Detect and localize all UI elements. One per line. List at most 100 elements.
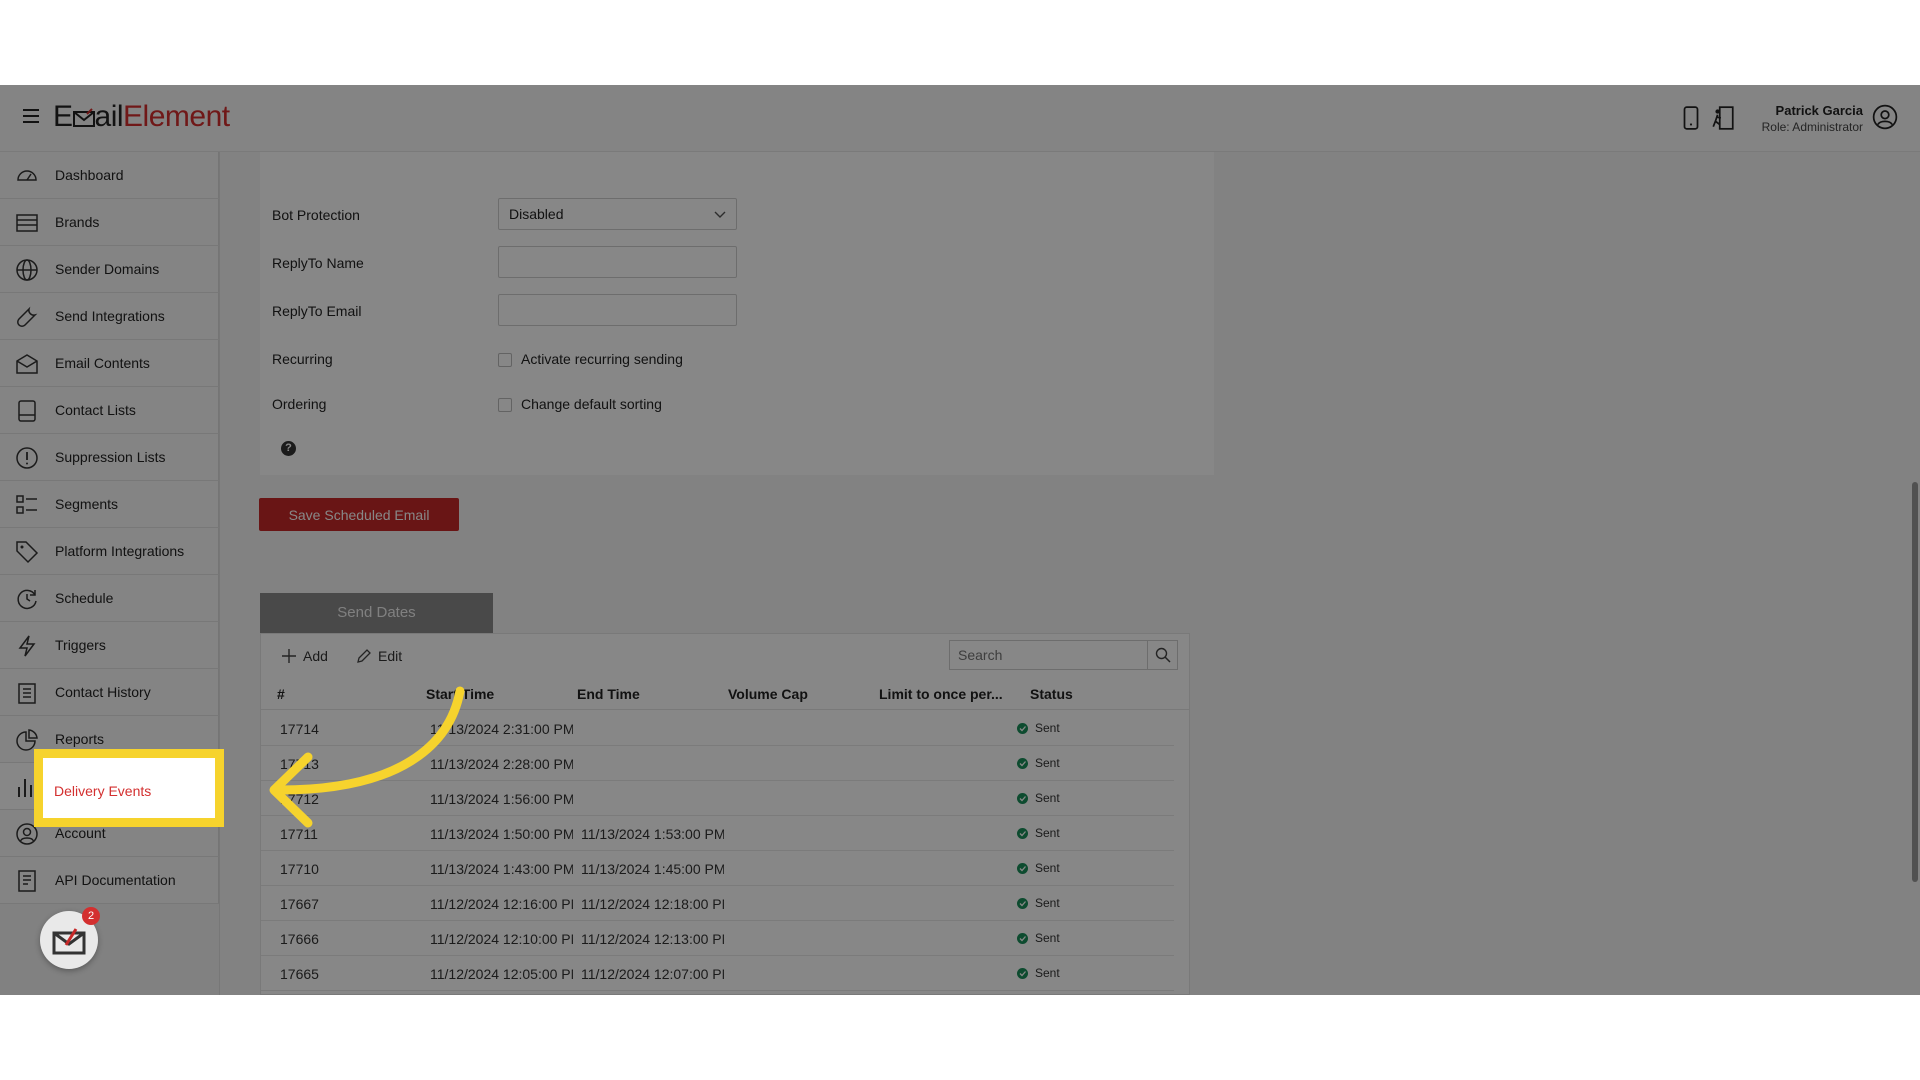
replyto-email-input[interactable] [498, 294, 737, 326]
status-label: Sent [1035, 931, 1060, 945]
chevron-down-icon [714, 211, 726, 218]
cell-end-time: 11/12/2024 12:18:00 PM [581, 896, 724, 912]
sidebar-item-label: Contact Lists [55, 402, 136, 418]
sidebar-item-platform-integrations[interactable]: Platform Integrations [0, 528, 219, 575]
check-circle-icon [1017, 792, 1028, 804]
page-scrollbar[interactable] [1912, 482, 1918, 882]
check-circle-icon [1017, 827, 1028, 839]
table-row[interactable]: 17665 11/12/2024 12:05:00 PM 11/12/2024 12… [261, 956, 1174, 991]
contact-list-icon [18, 400, 36, 422]
cell-end-time: 11/13/2024 1:45:00 PM [581, 861, 724, 877]
sidebar-item-label: Suppression Lists [55, 449, 166, 465]
wrench-icon [17, 306, 38, 327]
user-role: Role: Administrator [1761, 120, 1863, 134]
check-circle-icon [1017, 757, 1028, 769]
save-scheduled-email-button[interactable]: Save Scheduled Email [259, 498, 459, 531]
check-circle-icon [1017, 722, 1028, 734]
table-row[interactable]: 17710 11/13/2024 1:43:00 PM 11/13/2024 1:4… [261, 851, 1174, 886]
status-label: Sent [1035, 861, 1060, 875]
status-badge: Sent [1017, 721, 1060, 735]
status-label: Sent [1035, 896, 1060, 910]
segments-icon [16, 495, 37, 514]
sidebar: Dashboard Brands Sender Domains Send Int… [0, 152, 220, 995]
sidebar-item-label: Segments [55, 496, 119, 512]
sidebar-item-schedule[interactable]: Schedule [0, 575, 219, 622]
sidebar-item-label: Contact History [55, 684, 151, 700]
replyto-name-label: ReplyTo Name [272, 255, 364, 271]
recurring-checkbox[interactable] [498, 353, 512, 367]
notification-count-badge: 2 [82, 907, 100, 925]
recurring-checkbox-label[interactable]: Activate recurring sending [521, 351, 683, 367]
column-header-end-time[interactable]: End Time [577, 686, 640, 702]
search-input[interactable] [950, 641, 1148, 669]
add-button[interactable]: Add [281, 642, 328, 670]
sidebar-item-brands[interactable]: Brands [0, 199, 219, 246]
help-icon[interactable]: ? [281, 441, 296, 456]
ordering-checkbox[interactable] [498, 398, 512, 412]
sidebar-item-label: API Documentation [55, 872, 176, 888]
sidebar-item-dashboard[interactable]: Dashboard [0, 152, 219, 199]
bot-protection-select[interactable]: Disabled [498, 198, 737, 230]
app-window: EailElement Patrick Garcia Role: Adminis… [0, 85, 1920, 995]
search-button[interactable] [1147, 641, 1177, 669]
sidebar-item-label: Brands [55, 214, 100, 230]
edit-button[interactable]: Edit [356, 642, 402, 670]
check-circle-icon [1017, 897, 1028, 909]
ordering-label: Ordering [272, 396, 327, 412]
sidebar-item-email-contents[interactable]: Email Contents [0, 340, 219, 387]
user-info[interactable]: Patrick Garcia Role: Administrator [1762, 103, 1863, 134]
add-label: Add [303, 648, 328, 664]
column-header-limit[interactable]: Limit to once per... [879, 686, 1003, 702]
sidebar-item-label: Dashboard [55, 167, 124, 183]
mail-notification-button[interactable]: 2 [40, 907, 100, 969]
cell-id: 17665 [280, 966, 319, 982]
mobile-icon[interactable] [1678, 105, 1704, 131]
sidebar-item-contact-lists[interactable]: Contact Lists [0, 387, 219, 434]
logo-envelope-icon [72, 108, 95, 127]
cell-start-time: 11/12/2024 12:10:00 PM [430, 931, 573, 947]
edit-label: Edit [378, 648, 403, 664]
app-logo[interactable]: EailElement [53, 100, 230, 134]
sidebar-item-triggers[interactable]: Triggers [0, 622, 219, 669]
status-badge: Sent [1017, 756, 1060, 770]
schedule-form: Bot Protection Disabled ReplyTo Name Rep… [260, 152, 1214, 475]
cell-end-time: 11/12/2024 12:07:00 PM [581, 966, 724, 982]
status-label: Sent [1035, 966, 1060, 980]
status-badge: Sent [1017, 826, 1060, 840]
delivery-events-highlight[interactable]: Delivery Events [34, 749, 224, 827]
sidebar-item-label: Platform Integrations [55, 543, 185, 559]
sidebar-item-label: Account [55, 825, 106, 841]
status-label: Sent [1035, 826, 1060, 840]
status-label: Sent [1035, 721, 1060, 735]
hamburger-menu-icon[interactable] [23, 109, 39, 123]
table-row[interactable]: 17666 11/12/2024 12:10:00 PM 11/12/2024 12… [261, 921, 1174, 956]
status-label: Sent [1035, 791, 1060, 805]
sidebar-item-label: Reports [55, 731, 105, 747]
cell-end-time: 11/13/2024 1:53:00 PM [581, 826, 724, 842]
sidebar-item-sender-domains[interactable]: Sender Domains [0, 246, 219, 293]
clock-icon [17, 589, 37, 610]
column-header-status[interactable]: Status [1030, 686, 1073, 702]
user-avatar-icon[interactable] [1872, 104, 1898, 130]
sidebar-item-label: Email Contents [55, 355, 150, 371]
lightning-icon [18, 635, 36, 657]
sidebar-item-api-documentation[interactable]: API Documentation [0, 857, 219, 904]
ordering-checkbox-label[interactable]: Change default sorting [521, 396, 662, 412]
tab-send-dates[interactable]: Send Dates [260, 593, 493, 633]
highlight-label: Delivery Events [54, 783, 152, 799]
recurring-label: Recurring [272, 351, 333, 367]
document-icon [18, 870, 36, 892]
logout-icon[interactable] [1710, 105, 1736, 131]
replyto-name-input[interactable] [498, 246, 737, 278]
cell-start-time: 11/12/2024 12:05:00 PM [430, 966, 573, 982]
bot-protection-label: Bot Protection [272, 207, 360, 223]
sidebar-item-send-integrations[interactable]: Send Integrations [0, 293, 219, 340]
check-circle-icon [1017, 932, 1028, 944]
sidebar-item-contact-history[interactable]: Contact History [0, 669, 219, 716]
table-row[interactable]: 17667 11/12/2024 12:16:00 PM 11/12/2024 12… [261, 886, 1174, 921]
column-header-volume-cap[interactable]: Volume Cap [728, 686, 808, 702]
sidebar-item-label: Schedule [55, 590, 114, 606]
grid-toolbar: Add Edit [261, 634, 1189, 676]
sidebar-item-segments[interactable]: Segments [0, 481, 219, 528]
sidebar-item-suppression-lists[interactable]: Suppression Lists [0, 434, 219, 481]
